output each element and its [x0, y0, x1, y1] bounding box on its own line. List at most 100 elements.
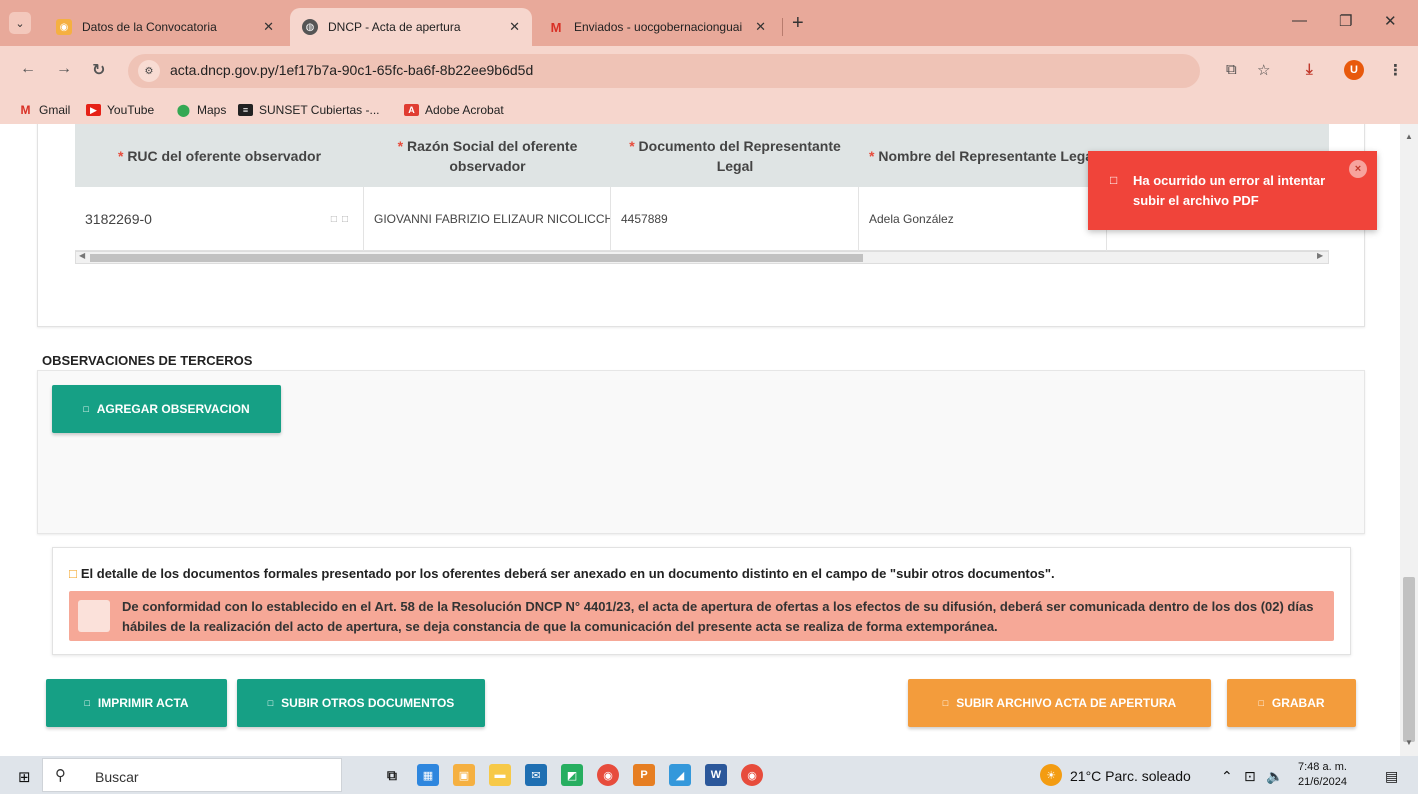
- url-text[interactable]: acta.dncp.gov.py/1ef17b7a-90c1-65fc-ba6f…: [170, 62, 533, 78]
- add-observation-button[interactable]: □ AGREGAR OBSERVACION: [52, 385, 281, 433]
- volume-icon[interactable]: 🔈: [1266, 768, 1283, 785]
- bookmark-label: YouTube: [107, 103, 155, 117]
- windows-start-icon[interactable]: ⊞: [18, 768, 31, 786]
- upload-acta-pdf-button[interactable]: □ SUBIR ARCHIVO ACTA DE APERTURA: [908, 679, 1211, 727]
- tab-strip: ⌄ ◉ Datos de la Convocatoria ✕ ◍ DNCP - …: [0, 0, 1418, 46]
- bookmarks-bar: M Gmail ▶ YouTube ⬤ Maps ≡ SUNSET Cubier…: [0, 96, 1418, 124]
- scroll-left-arrow-icon[interactable]: ◀: [79, 251, 85, 260]
- th-nombre-representante: * Nombre del Representante Legal: [869, 147, 1097, 164]
- photos-icon[interactable]: ◩: [561, 764, 583, 786]
- scroll-right-arrow-icon[interactable]: ▶: [1317, 251, 1323, 260]
- minimize-icon[interactable]: —: [1292, 12, 1307, 29]
- bookmark-label: SUNSET Cubiertas -...: [259, 103, 380, 117]
- maps-pin-icon: ⬤: [176, 103, 191, 117]
- windows-taskbar: ⊞ ⚲ Buscar ⧉ ▦ ▣ ▬ ✉ ◩ ◉ P ◢ W ◉ ☀ 21°C …: [0, 756, 1418, 794]
- error-toast: □ Ha ocurrido un error al intentar subir…: [1088, 151, 1377, 230]
- tab-enviados-gmail[interactable]: M Enviados - uocgobernacionguai ✕: [536, 8, 778, 46]
- app-calculator-icon[interactable]: ▦: [417, 764, 439, 786]
- td-razon-social: GIOVANNI FABRIZIO ELIZAUR NICOLICCHI: [364, 187, 611, 251]
- close-tab-icon[interactable]: ✕: [509, 19, 520, 35]
- translate-icon[interactable]: ⧉: [1226, 61, 1237, 78]
- upload-icon: □: [942, 698, 949, 708]
- td-documento: 4457889: [611, 187, 859, 251]
- mail-icon[interactable]: ✉: [525, 764, 547, 786]
- alert-text: De conformidad con lo establecido en el …: [122, 599, 1314, 634]
- bookmark-label: Adobe Acrobat: [425, 103, 504, 117]
- microsoft-store-icon[interactable]: ▣: [453, 764, 475, 786]
- new-tab-button[interactable]: +: [792, 13, 804, 33]
- bookmark-sunset[interactable]: ≡ SUNSET Cubiertas -...: [238, 103, 379, 117]
- tab-title: Enviados - uocgobernacionguai: [574, 20, 743, 34]
- powerpoint-icon[interactable]: P: [633, 764, 655, 786]
- close-tab-icon[interactable]: ✕: [755, 19, 766, 35]
- bookmark-youtube[interactable]: ▶ YouTube: [86, 103, 154, 117]
- search-icon: ⚲: [55, 767, 66, 784]
- taskbar-clock[interactable]: 7:48 a. m. 21/6/2024: [1298, 760, 1347, 790]
- bookmark-adobe[interactable]: A Adobe Acrobat: [404, 103, 504, 117]
- td-ruc: 3182269-0 □□: [75, 187, 364, 251]
- network-icon[interactable]: ⊡: [1244, 768, 1256, 785]
- download-icon[interactable]: ⤓: [1306, 61, 1313, 78]
- print-acta-button[interactable]: □ IMPRIMIR ACTA: [46, 679, 227, 727]
- acknowledge-checkbox[interactable]: [78, 600, 110, 632]
- file-explorer-icon[interactable]: ▬: [489, 764, 511, 786]
- error-icon: □: [1110, 173, 1118, 187]
- tab-dncp-acta[interactable]: ◍ DNCP - Acta de apertura ✕: [290, 8, 532, 46]
- chrome-icon[interactable]: ◉: [597, 764, 619, 786]
- weather-icon[interactable]: ☀: [1040, 764, 1062, 786]
- notifications-icon[interactable]: ▤: [1385, 768, 1398, 785]
- chrome-profile-icon[interactable]: ◉: [741, 764, 763, 786]
- toast-close-button[interactable]: ×: [1349, 160, 1367, 178]
- task-view-icon[interactable]: ⧉: [381, 764, 403, 786]
- scrollbar-thumb[interactable]: [90, 254, 863, 262]
- tab-datos-convocatoria[interactable]: ◉ Datos de la Convocatoria ✕: [44, 8, 286, 46]
- restore-icon[interactable]: ❐: [1339, 12, 1352, 30]
- save-icon: □: [1258, 698, 1264, 708]
- site-settings-icon[interactable]: ⚙: [138, 60, 160, 82]
- sunset-logo-icon: ≡: [238, 104, 253, 116]
- youtube-icon: ▶: [86, 104, 101, 116]
- row-action-icons[interactable]: □□: [331, 214, 353, 225]
- gmail-icon: M: [20, 103, 31, 117]
- upload-other-documents-button[interactable]: □ SUBIR OTROS DOCUMENTOS: [237, 679, 485, 727]
- th-ruc-oferente: * RUC del oferente observador: [117, 147, 322, 164]
- extemporaneous-alert: De conformidad con lo establecido en el …: [69, 591, 1334, 641]
- th-documento-representante: * Documento del Representante Legal: [629, 137, 841, 174]
- page-vertical-scrollbar[interactable]: ▲ ▼: [1400, 124, 1418, 756]
- scrollbar-thumb[interactable]: [1403, 577, 1415, 742]
- upload-icon: □: [267, 698, 274, 708]
- tab-search-chevron-icon[interactable]: ⌄: [9, 12, 31, 34]
- word-icon[interactable]: W: [705, 764, 727, 786]
- th-razon-social: * Razón Social del oferente observador: [397, 137, 578, 174]
- print-icon: □: [84, 698, 90, 708]
- info-icon: □: [69, 566, 77, 581]
- bookmark-gmail[interactable]: M Gmail: [18, 103, 71, 117]
- forward-arrow-icon[interactable]: →: [56, 60, 72, 78]
- bookmark-maps[interactable]: ⬤ Maps: [176, 103, 227, 117]
- close-window-icon[interactable]: ✕: [1384, 12, 1397, 30]
- convocatoria-favicon-icon: ◉: [56, 19, 72, 35]
- info-note: □ El detalle de los documentos formales p…: [69, 566, 1055, 581]
- observaciones-title: OBSERVACIONES DE TERCEROS: [42, 353, 253, 368]
- scroll-up-arrow-icon[interactable]: ▲: [1405, 132, 1413, 141]
- td-nombre: Adela González: [859, 187, 1107, 251]
- tray-chevron-icon[interactable]: ⌃: [1221, 768, 1233, 785]
- adobe-acrobat-icon: A: [404, 104, 419, 116]
- add-icon: □: [83, 404, 89, 414]
- close-tab-icon[interactable]: ✕: [263, 19, 274, 35]
- notice-panel: □ El detalle de los documentos formales p…: [52, 547, 1351, 655]
- save-button[interactable]: □ GRABAR: [1227, 679, 1356, 727]
- taskbar-search[interactable]: ⚲ Buscar: [42, 758, 342, 792]
- kebab-menu-icon[interactable]: ⋮: [1388, 61, 1403, 79]
- tab-title: DNCP - Acta de apertura: [328, 20, 461, 34]
- back-arrow-icon[interactable]: ←: [20, 60, 36, 78]
- bookmark-label: Gmail: [39, 103, 71, 117]
- reload-icon[interactable]: ↻: [92, 60, 105, 80]
- weather-text[interactable]: 21°C Parc. soleado: [1070, 768, 1191, 784]
- profile-avatar[interactable]: U: [1344, 60, 1364, 80]
- app-generic-icon[interactable]: ◢: [669, 764, 691, 786]
- bookmark-star-icon[interactable]: ☆: [1257, 61, 1270, 79]
- table-horizontal-scrollbar[interactable]: ◀ ▶: [75, 251, 1329, 264]
- tab-separator: [782, 18, 783, 36]
- scroll-down-arrow-icon[interactable]: ▼: [1405, 738, 1413, 747]
